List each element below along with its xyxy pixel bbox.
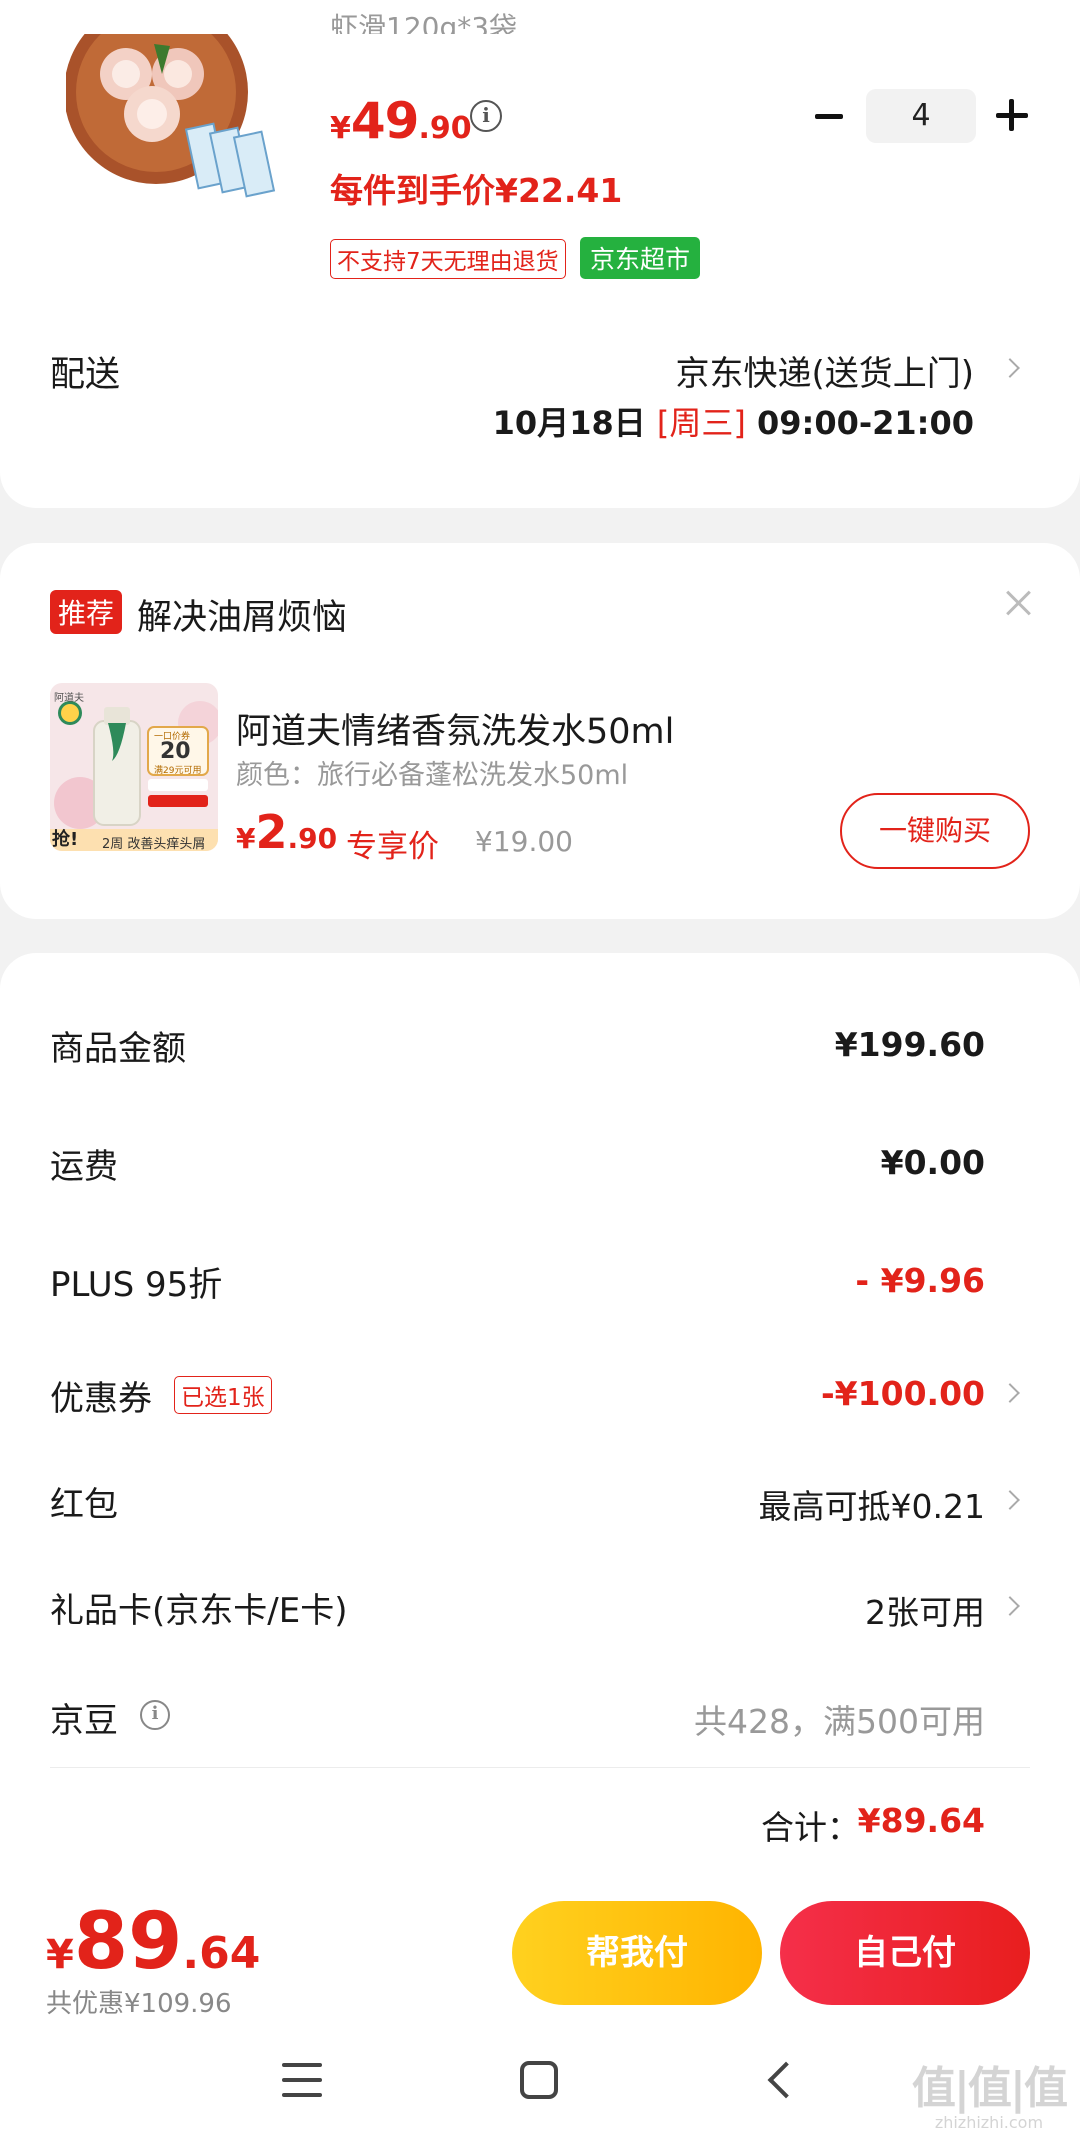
chevron-right-icon[interactable] [1000, 1596, 1020, 1616]
no-return-tag: 不支持7天无理由退货 [330, 239, 566, 279]
recommend-card: 推荐 解决油屑烦恼 阿道夫 一口价券 20 满29元可用 抢! 2周 改善头痒头… [0, 543, 1080, 919]
quantity-stepper[interactable]: 4 [866, 89, 976, 143]
delivery-time: 10月18日 [周三] 09:00-21:00 [493, 398, 974, 444]
total-savings: 共优惠¥109.96 [46, 1989, 232, 2019]
price-decimal: .90 [418, 111, 472, 146]
watermark-url: zhizhizhi.com [934, 2113, 1044, 2132]
jd-beans-label: 京豆 [50, 1701, 118, 1741]
recommend-price: ¥ 2 .90 [236, 805, 337, 859]
price-integer: 89 [73, 1897, 183, 1987]
coupon-row[interactable]: 优惠券 [50, 1371, 152, 1420]
chevron-right-icon[interactable] [1000, 1383, 1020, 1403]
final-price: ¥ 89 .64 [46, 1897, 260, 1987]
price-decimal: .90 [287, 822, 338, 855]
menu-icon[interactable] [282, 2063, 322, 2097]
price-integer: 2 [255, 805, 288, 859]
jd-supermarket-tag: 京东超市 [580, 237, 701, 279]
help-me-pay-button[interactable]: 帮我付 [512, 1901, 762, 2005]
total-label: 合计： [761, 1808, 860, 1847]
image-grab-text: 抢! [52, 829, 79, 850]
red-packet-row[interactable]: 红包 [50, 1477, 118, 1526]
goods-amount-label: 商品金额 [50, 1029, 186, 1069]
image-coupon-sub: 满29元可用 [154, 766, 202, 776]
product-card: 虾滑120g*3袋 ¥ 49 .90 i 每件到手价¥22.41 不支持7天无理… [0, 0, 1080, 508]
close-icon[interactable] [1005, 589, 1033, 617]
pay-myself-button[interactable]: 自己付 [780, 1901, 1030, 2005]
price-integer: 49 [350, 92, 420, 150]
home-icon[interactable] [520, 2061, 558, 2099]
order-summary-card: 商品金额 ¥199.60 运费 ¥0.00 PLUS 95折 - ¥9.96 优… [0, 953, 1080, 1903]
recommend-badge: 推荐 [50, 590, 123, 634]
back-icon[interactable] [767, 2061, 805, 2099]
recommend-product-image[interactable]: 阿道夫 一口价券 20 满29元可用 抢! 2周 改善头痒头屑 [50, 683, 218, 851]
freight-value: ¥0.00 [880, 1143, 985, 1182]
jd-beans-value: 共428，满500可用 [694, 1702, 985, 1741]
currency-symbol: ¥ [330, 111, 351, 146]
product-price: ¥ 49 .90 [330, 92, 472, 150]
product-subtitle: 虾滑120g*3袋 [330, 11, 518, 34]
jd-beans-info-icon[interactable]: i [140, 1700, 170, 1730]
goods-amount-value: ¥199.60 [834, 1025, 985, 1064]
image-banner-text: 2周 改善头痒头屑 [102, 837, 206, 851]
red-packet-value[interactable]: 最高可抵¥0.21 [759, 1480, 985, 1528]
coupon-selected-tag: 已选1张 [174, 1376, 272, 1414]
one-click-buy-button[interactable]: 一键购买 [840, 793, 1030, 869]
price-decimal: .64 [182, 1928, 261, 1979]
recommend-title: 解决油屑烦恼 [137, 598, 348, 638]
minus-icon[interactable] [812, 96, 846, 136]
price-info-icon[interactable]: i [470, 100, 502, 132]
recommend-product-name[interactable]: 阿道夫情绪香氛洗发水50ml [236, 703, 674, 754]
delivery-window: 09:00-21:00 [757, 404, 974, 442]
chevron-right-icon[interactable] [1000, 1490, 1020, 1510]
shipping-label: 配送 [50, 355, 121, 395]
original-price: ¥19.00 [475, 825, 573, 858]
plus-discount-label: PLUS 95折 [50, 1265, 223, 1305]
gift-card-value[interactable]: 2张可用 [865, 1586, 985, 1634]
recommend-product-spec: 颜色：旅行必备蓬松洗发水50ml [236, 760, 629, 791]
delivery-date: 10月18日 [492, 404, 646, 442]
watermark-logo: 值|值|值 [911, 2063, 1068, 2114]
currency-symbol: ¥ [46, 1932, 74, 1978]
checkout-bar: ¥ 89 .64 共优惠¥109.96 帮我付 自己付 [0, 1883, 1080, 2033]
product-image[interactable] [64, 0, 278, 202]
watermark: 值|值|值 zhizhizhi.com [911, 2063, 1068, 2133]
plus-icon[interactable] [994, 96, 1030, 136]
plus-discount-value: - ¥9.96 [855, 1261, 985, 1300]
image-coupon-value: 20 [160, 739, 191, 764]
currency-symbol: ¥ [236, 822, 256, 855]
system-nav-bar: 值|值|值 zhizhizhi.com [0, 2033, 1080, 2151]
image-brand-text: 阿道夫 [54, 693, 84, 704]
summary-divider [50, 1767, 1030, 1768]
freight-label: 运费 [50, 1147, 118, 1187]
gift-card-row[interactable]: 礼品卡(京东卡/E卡) [50, 1583, 347, 1632]
coupon-value[interactable]: -¥100.00 [821, 1374, 985, 1413]
shipping-method[interactable]: 京东快递(送货上门) [675, 346, 974, 395]
delivery-weekday: [周三] [656, 404, 746, 442]
exclusive-price-label: 专享价 [346, 829, 439, 865]
chevron-right-icon[interactable] [1000, 358, 1020, 378]
total-value: ¥89.64 [857, 1801, 985, 1840]
each-price: 每件到手价¥22.41 [330, 171, 623, 210]
